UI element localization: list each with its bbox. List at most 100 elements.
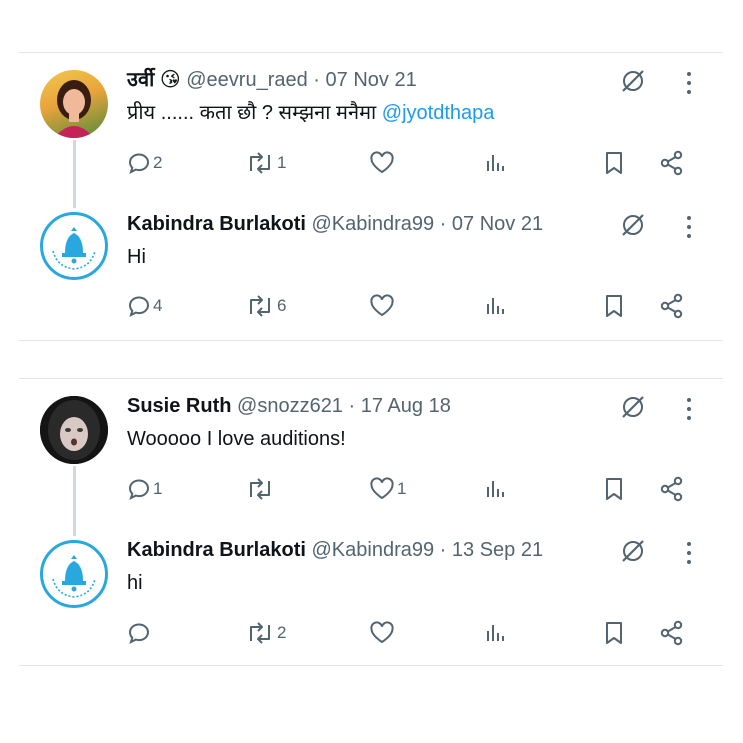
display-name[interactable]: Kabindra Burlakoti bbox=[127, 213, 306, 235]
reply-count: 1 bbox=[153, 479, 163, 498]
action-bar: 2 1 bbox=[127, 148, 697, 178]
bookmark-button[interactable] bbox=[603, 474, 625, 504]
like-icon bbox=[370, 294, 394, 317]
tweet-body: प्रीय ...... कता छौ ? सम्झना मनैमा bbox=[127, 102, 382, 124]
mention-link[interactable]: @jyotdthapa bbox=[382, 102, 495, 124]
tweet-date[interactable]: 07 Nov 21 bbox=[326, 69, 417, 91]
separator-dot: · bbox=[348, 395, 356, 417]
like-icon bbox=[370, 477, 394, 500]
action-bar: 4 6 bbox=[127, 291, 697, 321]
grok-icon[interactable] bbox=[620, 538, 646, 564]
like-icon bbox=[370, 151, 394, 174]
avatar[interactable] bbox=[40, 70, 108, 138]
user-handle[interactable]: @snozz621 bbox=[237, 395, 343, 417]
bookmark-button[interactable] bbox=[603, 618, 625, 648]
share-icon bbox=[660, 293, 683, 319]
views-icon bbox=[487, 481, 504, 497]
share-icon bbox=[660, 620, 683, 646]
like-button[interactable] bbox=[369, 291, 397, 321]
repost-icon bbox=[250, 295, 270, 317]
repost-button[interactable]: 2 bbox=[245, 618, 286, 648]
separator-dot: · bbox=[439, 539, 447, 561]
tweet-kabindra-reply-1[interactable]: Kabindra Burlakoti @Kabindra99 · 07 Nov … bbox=[0, 202, 743, 342]
repost-button[interactable]: 1 bbox=[245, 148, 286, 178]
action-bar: 1 1 bbox=[127, 474, 697, 504]
tweet-text: Hi bbox=[127, 246, 146, 268]
tweet-text: Wooooo I love auditions! bbox=[127, 428, 346, 450]
reply-button[interactable] bbox=[127, 618, 153, 648]
reply-count: 2 bbox=[153, 153, 163, 172]
like-button[interactable] bbox=[369, 148, 397, 178]
like-button[interactable]: 1 bbox=[369, 474, 406, 504]
tweet-susie[interactable]: Susie Ruth @snozz621 · 17 Aug 18 Wooooo … bbox=[0, 386, 743, 526]
share-button[interactable] bbox=[659, 291, 685, 321]
like-count: 1 bbox=[397, 479, 407, 498]
action-bar: 2 bbox=[127, 618, 697, 648]
views-icon bbox=[487, 298, 504, 314]
more-icon[interactable] bbox=[684, 214, 694, 240]
divider bbox=[19, 378, 723, 379]
reply-icon bbox=[128, 479, 150, 500]
repost-count: 2 bbox=[277, 623, 287, 642]
grok-icon[interactable] bbox=[620, 68, 646, 94]
bookmark-icon bbox=[606, 295, 622, 317]
tweet-date[interactable]: 13 Sep 21 bbox=[452, 539, 543, 561]
like-button[interactable] bbox=[369, 618, 397, 648]
reply-count: 4 bbox=[153, 296, 163, 315]
bookmark-icon bbox=[606, 478, 622, 500]
grok-icon[interactable] bbox=[620, 212, 646, 238]
reply-icon bbox=[128, 153, 150, 174]
like-icon bbox=[370, 621, 394, 644]
views-button[interactable] bbox=[484, 618, 508, 648]
display-name[interactable]: Kabindra Burlakoti bbox=[127, 539, 306, 561]
tweet-header: Susie Ruth @snozz621 · 17 Aug 18 bbox=[127, 394, 451, 418]
display-name[interactable]: उर्वी 😘 bbox=[127, 69, 181, 91]
tweet-kabindra-reply-2[interactable]: Kabindra Burlakoti @Kabindra99 · 13 Sep … bbox=[0, 530, 743, 670]
repost-button[interactable]: 6 bbox=[245, 291, 286, 321]
tweet-text: hi bbox=[127, 572, 143, 594]
repost-button[interactable] bbox=[245, 474, 277, 504]
share-button[interactable] bbox=[659, 474, 685, 504]
avatar[interactable] bbox=[40, 212, 108, 280]
avatar[interactable] bbox=[40, 396, 108, 464]
views-icon bbox=[487, 625, 504, 641]
repost-count: 1 bbox=[277, 153, 287, 172]
views-button[interactable] bbox=[484, 148, 508, 178]
reply-button[interactable]: 4 bbox=[127, 291, 162, 321]
reply-icon bbox=[128, 296, 150, 317]
views-button[interactable] bbox=[484, 474, 508, 504]
grok-icon[interactable] bbox=[620, 394, 646, 420]
share-icon bbox=[660, 476, 683, 502]
user-handle[interactable]: @eevru_raed bbox=[186, 69, 307, 91]
separator-dot: · bbox=[439, 213, 447, 235]
share-button[interactable] bbox=[659, 148, 685, 178]
reply-button[interactable]: 1 bbox=[127, 474, 162, 504]
share-icon bbox=[660, 150, 683, 176]
views-button[interactable] bbox=[484, 291, 508, 321]
bell-logo-icon bbox=[52, 555, 96, 598]
bell-logo-icon bbox=[52, 227, 96, 270]
repost-icon bbox=[250, 152, 270, 174]
reply-icon bbox=[128, 623, 150, 644]
repost-icon bbox=[250, 622, 270, 644]
more-icon[interactable] bbox=[684, 396, 694, 422]
tweet-header: Kabindra Burlakoti @Kabindra99 · 13 Sep … bbox=[127, 538, 543, 562]
more-icon[interactable] bbox=[684, 540, 694, 566]
user-handle[interactable]: @Kabindra99 bbox=[311, 213, 434, 235]
avatar[interactable] bbox=[40, 540, 108, 608]
bookmark-button[interactable] bbox=[603, 148, 625, 178]
repost-icon bbox=[250, 478, 270, 500]
display-name[interactable]: Susie Ruth bbox=[127, 395, 231, 417]
reply-button[interactable]: 2 bbox=[127, 148, 162, 178]
views-icon bbox=[487, 155, 504, 171]
tweet-date[interactable]: 17 Aug 18 bbox=[361, 395, 451, 417]
user-handle[interactable]: @Kabindra99 bbox=[311, 539, 434, 561]
tweet-date[interactable]: 07 Nov 21 bbox=[452, 213, 543, 235]
bookmark-button[interactable] bbox=[603, 291, 625, 321]
tweet-header: Kabindra Burlakoti @Kabindra99 · 07 Nov … bbox=[127, 212, 543, 236]
tweet-eevru[interactable]: उर्वी 😘 @eevru_raed · 07 Nov 21 प्रीय ..… bbox=[0, 60, 743, 200]
separator-dot: · bbox=[313, 69, 320, 91]
more-icon[interactable] bbox=[684, 70, 694, 96]
share-button[interactable] bbox=[659, 618, 685, 648]
bookmark-icon bbox=[606, 622, 622, 644]
